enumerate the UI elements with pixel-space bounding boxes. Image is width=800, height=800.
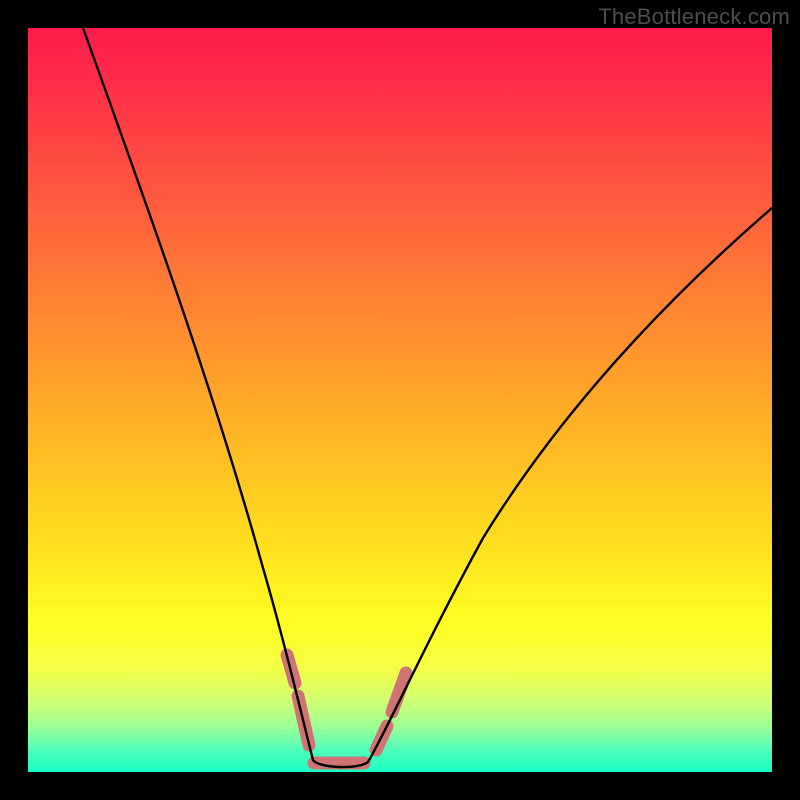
valley-markers-group (287, 655, 406, 763)
bottleneck-curve (83, 28, 772, 767)
plot-area (28, 28, 772, 772)
chart-frame: TheBottleneck.com (0, 0, 800, 800)
attribution-text: TheBottleneck.com (598, 4, 790, 30)
bottleneck-curve-svg (28, 28, 772, 772)
